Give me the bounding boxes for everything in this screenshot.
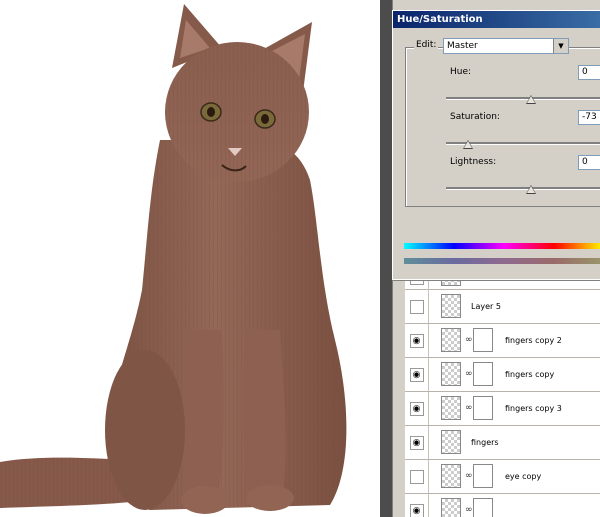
eye-icon: ◉ [409, 435, 424, 450]
saturation-slider-thumb[interactable] [463, 140, 473, 149]
layer-row[interactable]: ∞ eye copy [405, 460, 600, 494]
chain-link-icon: ∞ [465, 335, 473, 345]
edit-channel-select[interactable]: Master ▼ [443, 38, 569, 54]
layer-name: eye [505, 504, 520, 517]
layer-row[interactable]: ◉ ∞ fingers copy 3 [405, 392, 600, 426]
output-color-bar [404, 258, 600, 264]
chain-link-icon: ∞ [465, 403, 473, 413]
layer-row[interactable]: ◉ fingers [405, 426, 600, 460]
document-canvas[interactable] [0, 0, 380, 517]
dialog-title[interactable]: Hue/Saturation [393, 11, 600, 28]
layer-row[interactable]: ◉ ∞ fingers copy [405, 358, 600, 392]
chain-link-icon: ∞ [465, 505, 473, 515]
adjustment-group [405, 47, 600, 207]
lightness-slider-thumb[interactable] [526, 185, 536, 194]
layer-name: fingers copy 2 [505, 336, 562, 345]
visibility-toggle[interactable]: ◉ [405, 494, 429, 517]
saturation-label: Saturation: [450, 112, 500, 122]
layer-mask-thumbnail [473, 362, 493, 386]
layer-thumbnail [441, 464, 461, 488]
layer-name: fingers copy 3 [505, 404, 562, 413]
hue-label: Hue: [450, 67, 472, 77]
eye-icon: ◉ [409, 503, 424, 517]
layer-row[interactable]: Layer 5 [405, 290, 600, 324]
hue-slider-thumb[interactable] [526, 95, 536, 104]
layer-thumbnail [441, 396, 461, 420]
layer-name: Layer 5 [471, 302, 501, 311]
layer-mask-thumbnail [473, 498, 493, 517]
visibility-toggle[interactable]: ◉ [405, 324, 429, 357]
cat-paw-left [181, 486, 229, 514]
layer-name: fingers [471, 438, 499, 447]
layer-mask-thumbnail [473, 328, 493, 352]
chevron-down-icon[interactable]: ▼ [553, 39, 568, 53]
edit-channel-value: Master [447, 41, 478, 51]
eye-icon: ◉ [409, 333, 424, 348]
layer-name: fingers copy [505, 370, 555, 379]
eye-icon: ◉ [409, 367, 424, 382]
layer-row[interactable]: ◉ ∞ eye [405, 494, 600, 517]
cat-paw-right [246, 485, 294, 511]
layer-row[interactable]: ◉ ∞ fingers copy 2 [405, 324, 600, 358]
visibility-toggle[interactable] [405, 290, 429, 323]
visibility-toggle[interactable]: ◉ [405, 358, 429, 391]
cat-front-legs [181, 330, 224, 512]
eye-icon [409, 299, 424, 314]
hue-input[interactable]: 0 [578, 65, 600, 80]
visibility-toggle[interactable] [405, 460, 429, 493]
visibility-toggle[interactable]: ◉ [405, 392, 429, 425]
lightness-label: Lightness: [450, 157, 497, 167]
chain-link-icon: ∞ [465, 369, 473, 379]
lightness-input[interactable]: 0 [578, 155, 600, 170]
layer-thumbnail [441, 294, 461, 318]
cat-haunch [105, 350, 185, 510]
eye-icon: ◉ [409, 401, 424, 416]
layer-thumbnail [441, 498, 461, 517]
visibility-toggle[interactable]: ◉ [405, 426, 429, 459]
hue-slider-track[interactable] [446, 97, 600, 100]
cat-image [0, 4, 347, 514]
panel-divider [380, 0, 392, 517]
lightness-slider-track[interactable] [446, 187, 600, 190]
chain-link-icon: ∞ [465, 471, 473, 481]
layer-thumbnail [441, 328, 461, 352]
input-color-bar [404, 243, 600, 249]
layer-name: eye copy [505, 472, 542, 481]
layer-thumbnail [441, 430, 461, 454]
layer-thumbnail [441, 362, 461, 386]
edit-label: Edit: [414, 40, 439, 50]
saturation-input[interactable]: -73 [578, 110, 600, 125]
layer-mask-thumbnail [473, 396, 493, 420]
eye-icon [409, 469, 424, 484]
layer-mask-thumbnail [473, 464, 493, 488]
